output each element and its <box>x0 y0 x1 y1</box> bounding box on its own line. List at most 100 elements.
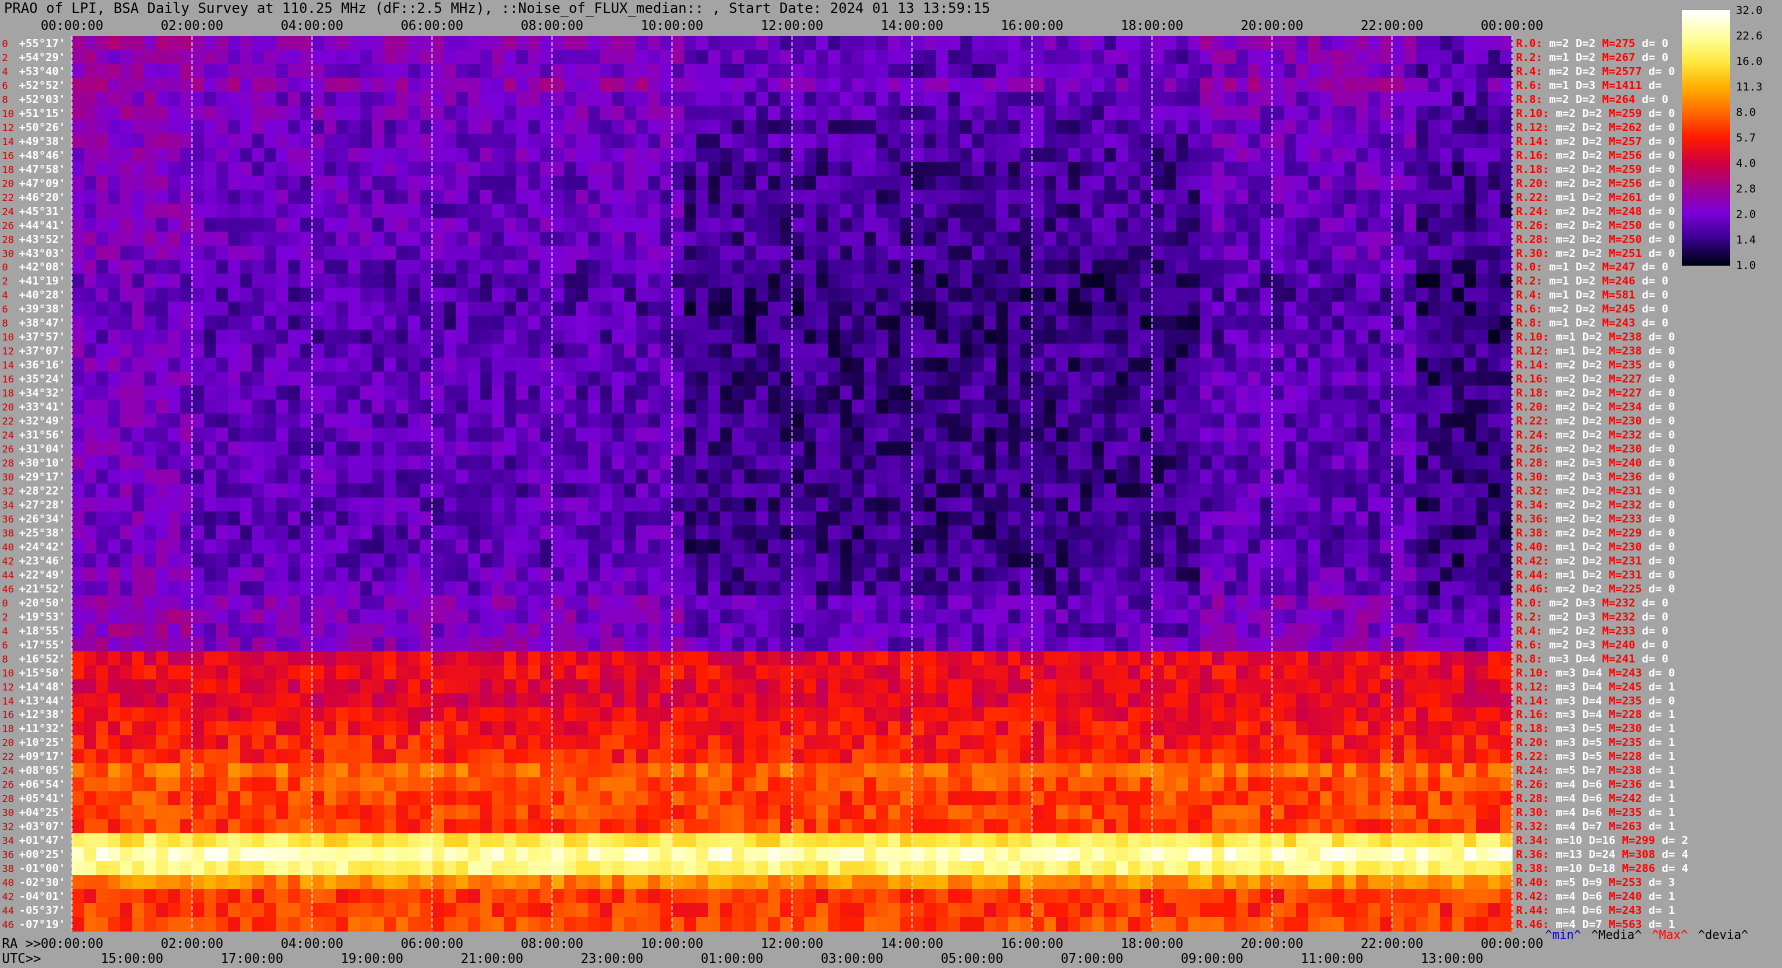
heatmap-cell <box>276 469 289 485</box>
heatmap-cell <box>1164 343 1177 359</box>
heatmap-cell <box>516 469 529 485</box>
heatmap-cell <box>984 399 997 415</box>
heatmap-cell <box>204 581 217 596</box>
heatmap-cell <box>180 161 193 177</box>
heatmap-cell <box>1284 63 1297 79</box>
heatmap-cell <box>1416 343 1429 359</box>
heatmap-cell <box>84 245 97 261</box>
heatmap-cell <box>900 36 913 51</box>
heatmap-cell <box>468 455 481 471</box>
heatmap-cell <box>900 595 913 610</box>
heatmap-cell <box>372 371 385 387</box>
heatmap-cell <box>1476 91 1489 107</box>
heatmap-cell <box>1068 147 1081 163</box>
heatmap-cell <box>900 469 913 485</box>
heatmap-cell <box>756 525 769 541</box>
heatmap-cell <box>312 231 325 247</box>
heatmap-cell <box>396 63 409 79</box>
heatmap-cell <box>624 511 637 527</box>
heatmap-cell <box>1236 105 1249 121</box>
heatmap-cell <box>852 413 865 429</box>
heatmap-cell <box>1404 525 1417 541</box>
heatmap-cell <box>1092 539 1105 555</box>
heatmap-cell <box>1428 497 1441 513</box>
heatmap-cell <box>396 469 409 485</box>
heatmap-cell <box>228 357 241 373</box>
heatmap-cell <box>792 371 805 387</box>
heatmap-cell <box>1104 469 1117 485</box>
heatmap-cell <box>624 259 637 275</box>
heatmap-cell <box>1212 469 1225 485</box>
heatmap-cell <box>1308 385 1321 401</box>
heatmap-cell <box>1452 189 1465 205</box>
heatmap-cell <box>1284 441 1297 457</box>
heatmap-cell <box>540 315 553 331</box>
heatmap-cell <box>744 301 757 317</box>
heatmap-cell <box>1236 511 1249 527</box>
heatmap-cell <box>648 189 661 205</box>
heatmap-cell <box>216 329 229 345</box>
heatmap-cell <box>888 203 901 219</box>
heatmap-cell <box>276 371 289 387</box>
heatmap-cell <box>1428 511 1441 527</box>
heatmap-cell <box>408 231 421 247</box>
heatmap-cell <box>228 203 241 219</box>
heatmap-cell <box>996 77 1009 93</box>
heatmap-cell <box>828 399 841 415</box>
heatmap-cell <box>696 371 709 387</box>
heatmap-cell <box>1212 245 1225 261</box>
heatmap-cell <box>552 413 565 429</box>
heatmap-cell <box>252 315 265 331</box>
heatmap-cell <box>408 217 421 233</box>
heatmap-cell <box>732 413 745 429</box>
heatmap-cell <box>144 189 157 205</box>
heatmap-cell <box>564 385 577 401</box>
heatmap-cell <box>1320 287 1333 303</box>
heatmap-cell <box>636 175 649 191</box>
heatmap-cell <box>948 539 961 555</box>
heatmap-cell <box>180 77 193 93</box>
heatmap-cell <box>1476 371 1489 387</box>
heatmap-cell <box>1176 553 1189 568</box>
heatmap-cell <box>480 105 493 121</box>
heatmap-cell <box>1212 497 1225 513</box>
heatmap-cell <box>636 49 649 65</box>
heatmap-cell <box>648 441 661 457</box>
heatmap-cell <box>384 609 397 624</box>
heatmap-cell <box>720 231 733 247</box>
heatmap-cell <box>840 231 853 247</box>
heatmap-cell <box>144 427 157 443</box>
heatmap-cell <box>792 189 805 205</box>
heatmap-cell <box>264 357 277 373</box>
heatmap-cell <box>1404 105 1417 121</box>
heatmap-cell <box>204 609 217 624</box>
heatmap-cell <box>984 301 997 317</box>
heatmap-cell <box>936 399 949 415</box>
heatmap-cell <box>144 455 157 471</box>
heatmap-cell <box>660 413 673 429</box>
heatmap-cell <box>132 567 145 582</box>
heatmap-cell <box>456 147 469 163</box>
heatmap-cell <box>1260 119 1273 135</box>
heatmap-cell <box>252 36 265 51</box>
heatmap-cell <box>1260 511 1273 527</box>
heatmap-cell <box>1128 539 1141 555</box>
heatmap-cell <box>528 455 541 471</box>
heatmap-cell <box>1260 203 1273 219</box>
heatmap-cell <box>1344 343 1357 359</box>
heatmap-cell <box>732 399 745 415</box>
heatmap-cell <box>1404 175 1417 191</box>
heatmap-cell <box>1008 539 1021 555</box>
heatmap-cell <box>684 413 697 429</box>
heatmap-cell <box>1152 483 1165 499</box>
heatmap-cell <box>888 259 901 275</box>
heatmap-cell <box>732 385 745 401</box>
heatmap-cell <box>648 315 661 331</box>
heatmap-cell <box>792 385 805 401</box>
heatmap-cell <box>1104 105 1117 121</box>
heatmap-cell <box>108 49 121 65</box>
heatmap-cell <box>348 357 361 373</box>
heatmap-cell <box>912 371 925 387</box>
heatmap-cell <box>1008 483 1021 499</box>
heatmap-cell <box>396 36 409 51</box>
